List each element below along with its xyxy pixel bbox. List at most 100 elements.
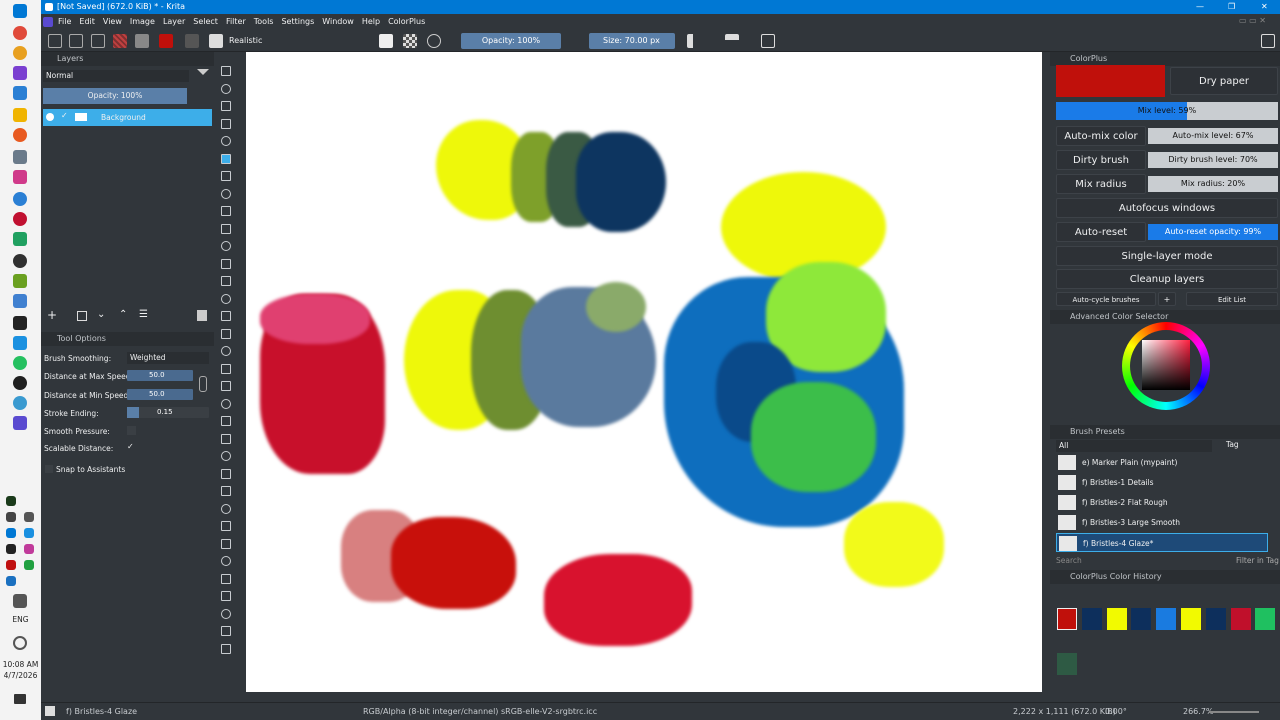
blend-mode-select[interactable]: Normal xyxy=(43,70,189,82)
color-swatch[interactable] xyxy=(1181,608,1201,630)
menu-view[interactable]: View xyxy=(99,14,126,30)
select-shapes-tool-icon[interactable] xyxy=(221,66,231,76)
transform-tool-icon[interactable] xyxy=(221,346,231,356)
app-icon[interactable] xyxy=(13,26,27,40)
distance-min-input[interactable]: 50.0 xyxy=(127,389,193,400)
link-icon[interactable] xyxy=(199,376,207,392)
pattern-icon[interactable] xyxy=(135,34,149,48)
duplicate-layer-icon[interactable] xyxy=(77,311,87,321)
mix-radius-slider[interactable]: Mix radius: 20% xyxy=(1148,176,1278,192)
app-icon[interactable] xyxy=(13,274,27,288)
similar-select-tool-icon[interactable] xyxy=(221,608,231,619)
input-language[interactable]: ENG xyxy=(0,615,41,624)
app-icon[interactable] xyxy=(13,294,27,308)
reference-tool-icon[interactable] xyxy=(221,486,231,496)
menu-file[interactable]: File xyxy=(54,14,75,30)
brush-settings-icon[interactable] xyxy=(185,34,199,48)
auto-mix-color-button[interactable]: Auto-mix color xyxy=(1056,126,1146,146)
rotation-label[interactable]: 0.00° xyxy=(1105,703,1127,720)
menu-help[interactable]: Help xyxy=(358,14,384,30)
vertical-scrollbar[interactable] xyxy=(1042,52,1050,692)
app-icon[interactable] xyxy=(13,66,27,80)
delete-layer-icon[interactable] xyxy=(197,310,207,321)
cleanup-layers-button[interactable]: Cleanup layers xyxy=(1056,269,1278,289)
visibility-icon[interactable] xyxy=(46,113,54,121)
menu-filter[interactable]: Filter xyxy=(222,14,250,30)
menu-layer[interactable]: Layer xyxy=(159,14,189,30)
dirty-brush-level-slider[interactable]: Dirty brush level: 70% xyxy=(1148,152,1278,168)
distance-max-input[interactable]: 50.0 xyxy=(127,370,193,381)
color-swatch[interactable] xyxy=(1205,608,1226,630)
tray-icon[interactable] xyxy=(6,560,16,570)
filter-in-tag-checkbox[interactable]: Filter in Tag xyxy=(1236,556,1279,565)
saturation-value-square[interactable] xyxy=(1142,340,1190,390)
rectangle-tool-icon[interactable] xyxy=(221,188,231,199)
move-down-icon[interactable]: ⌄ xyxy=(97,309,105,320)
stroke-ending-input[interactable]: 0.15 xyxy=(127,407,209,418)
pen-icon[interactable] xyxy=(13,594,27,608)
add-layer-icon[interactable]: + xyxy=(47,308,57,322)
terminal-icon[interactable] xyxy=(13,316,27,330)
mirror-horizontal-icon[interactable] xyxy=(687,34,701,48)
assistant-tool-icon[interactable] xyxy=(221,311,231,321)
preset-tag-select[interactable]: All xyxy=(1056,440,1212,452)
menu-edit[interactable]: Edit xyxy=(75,14,99,30)
opacity-slider[interactable]: Opacity: 100% xyxy=(461,33,561,49)
open-document-icon[interactable] xyxy=(69,34,83,48)
bezier-tool-icon[interactable] xyxy=(221,258,231,269)
text-tool-icon[interactable] xyxy=(221,83,231,94)
app-icon[interactable] xyxy=(13,192,27,206)
tray-icon[interactable] xyxy=(6,528,16,538)
tray-icon[interactable] xyxy=(6,496,16,506)
layer-name[interactable]: Background xyxy=(101,113,146,122)
tray-icon[interactable] xyxy=(6,512,16,522)
edit-list-button[interactable]: Edit List xyxy=(1186,292,1278,306)
foreground-color-icon[interactable] xyxy=(159,34,173,48)
tag-button[interactable]: Tag xyxy=(1226,440,1239,449)
mix-radius-button[interactable]: Mix radius xyxy=(1056,174,1146,194)
app-icon[interactable] xyxy=(13,356,27,370)
canvas[interactable] xyxy=(246,52,1042,692)
menu-colorplus[interactable]: ColorPlus xyxy=(384,14,429,30)
magnetic-select-tool-icon[interactable] xyxy=(221,643,231,654)
multibrush-tool-icon[interactable] xyxy=(221,136,231,146)
tray-icon[interactable] xyxy=(24,560,34,570)
crop-icon[interactable] xyxy=(761,34,775,48)
elliptical-select-tool-icon[interactable] xyxy=(221,538,231,549)
colorize-tool-icon[interactable] xyxy=(221,398,231,409)
color-swatch[interactable] xyxy=(1131,608,1152,630)
dynamic-brush-tool-icon[interactable] xyxy=(221,293,231,304)
app-icon[interactable] xyxy=(13,212,27,226)
eraser-icon[interactable] xyxy=(379,34,393,48)
reload-preset-icon[interactable] xyxy=(427,34,441,48)
scalable-distance-checkbox[interactable]: ✓ xyxy=(127,442,136,451)
fill-tool-icon[interactable] xyxy=(221,433,231,444)
smart-patch-tool-icon[interactable] xyxy=(221,416,231,426)
maximize-icon[interactable]: ❐ xyxy=(1228,0,1235,14)
color-swatch[interactable] xyxy=(1057,653,1077,675)
workspace-icon[interactable] xyxy=(1261,34,1275,48)
line-tool-icon[interactable] xyxy=(221,171,231,181)
save-icon[interactable] xyxy=(91,34,105,48)
auto-cycle-brushes-button[interactable]: Auto-cycle brushes xyxy=(1056,292,1156,306)
menu-image[interactable]: Image xyxy=(126,14,159,30)
size-slider[interactable]: Size: 70.00 px xyxy=(589,33,675,49)
mirror-vertical-icon[interactable] xyxy=(725,34,739,48)
layer-row[interactable]: ✓ Background xyxy=(43,109,212,126)
close-icon[interactable]: ✕ xyxy=(1261,0,1268,14)
move-tool-icon[interactable] xyxy=(221,328,231,339)
dry-paper-button[interactable]: Dry paper xyxy=(1170,67,1278,95)
color-swatch[interactable] xyxy=(1106,608,1127,630)
menu-tools[interactable]: Tools xyxy=(250,14,278,30)
gradient-tool-icon[interactable] xyxy=(221,381,231,391)
brush-smoothing-select[interactable]: Weighted xyxy=(127,352,209,364)
tray-icon[interactable] xyxy=(6,544,16,554)
add-brush-button[interactable]: + xyxy=(1158,292,1176,306)
app-icon[interactable] xyxy=(13,150,27,164)
smooth-pressure-checkbox[interactable] xyxy=(127,426,136,435)
preset-item[interactable]: f) Bristles-4 Glaze* xyxy=(1056,533,1268,552)
vscode-icon[interactable] xyxy=(13,86,27,100)
freehand-brush-tool-icon[interactable] xyxy=(221,153,231,164)
snap-checkbox[interactable] xyxy=(45,465,53,473)
move-up-icon[interactable]: ⌃ xyxy=(119,309,127,320)
